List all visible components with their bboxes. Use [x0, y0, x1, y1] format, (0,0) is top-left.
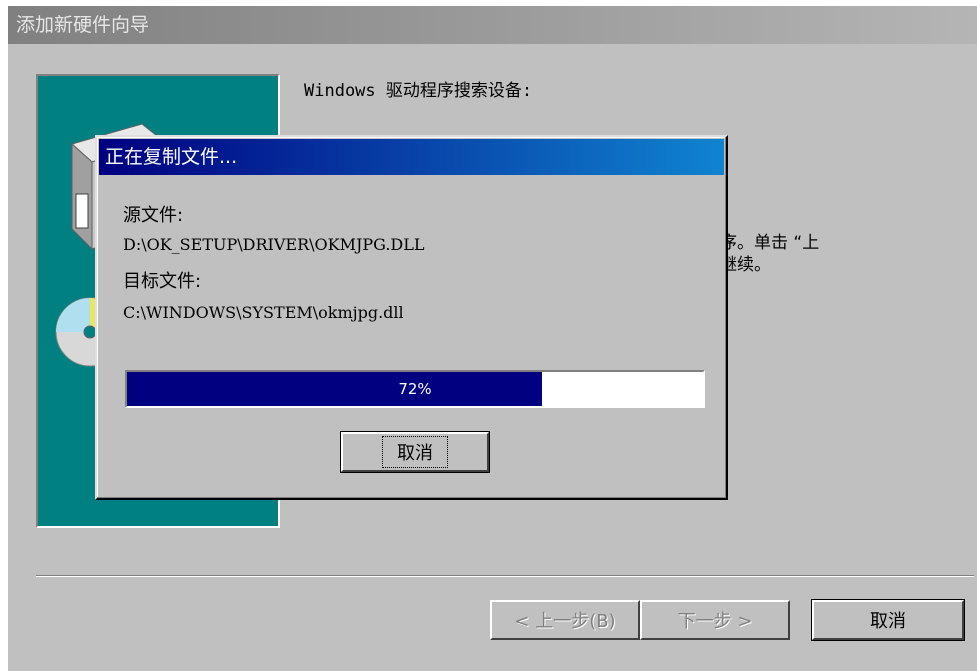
progress-percent-label: 72% [398, 380, 432, 398]
wizard-title: 添加新硬件向导 [16, 14, 150, 36]
copying-files-dialog: 正在复制文件... 源文件: D:\OK_SETUP\DRIVER\OKMJPG… [95, 135, 728, 500]
wizard-body-text: 序。单击 “上 继续。 [720, 232, 819, 276]
wizard-cancel-label: 取消 [870, 611, 906, 632]
wizard-separator [36, 575, 974, 577]
dialog-title-bar[interactable]: 正在复制文件... [99, 139, 724, 175]
next-button[interactable]: 下一步 > [640, 600, 790, 640]
back-button-label: < 上一步(B) [514, 611, 616, 632]
back-button[interactable]: < 上一步(B) [490, 600, 640, 640]
source-file-path: D:\OK_SETUP\DRIVER\OKMJPG.DLL [123, 235, 425, 254]
dialog-title: 正在复制文件... [105, 146, 238, 168]
wizard-cancel-button[interactable]: 取消 [811, 599, 965, 641]
target-file-path: C:\WINDOWS\SYSTEM\okmjpg.dll [123, 303, 404, 322]
wizard-heading: Windows 驱动程序搜索设备: [304, 81, 533, 101]
dialog-cancel-label: 取消 [382, 436, 448, 468]
target-file-label: 目标文件: [123, 271, 202, 292]
copy-progress-bar: 72% [125, 370, 705, 408]
wizard-body-line-1: 序。单击 “上 [720, 233, 820, 253]
wizard-title-bar[interactable]: 添加新硬件向导 [8, 6, 977, 44]
source-file-label: 源文件: [123, 205, 184, 226]
next-button-label: 下一步 > [677, 611, 753, 632]
wizard-body-line-2: 继续。 [720, 255, 771, 275]
dialog-cancel-button[interactable]: 取消 [340, 431, 490, 473]
